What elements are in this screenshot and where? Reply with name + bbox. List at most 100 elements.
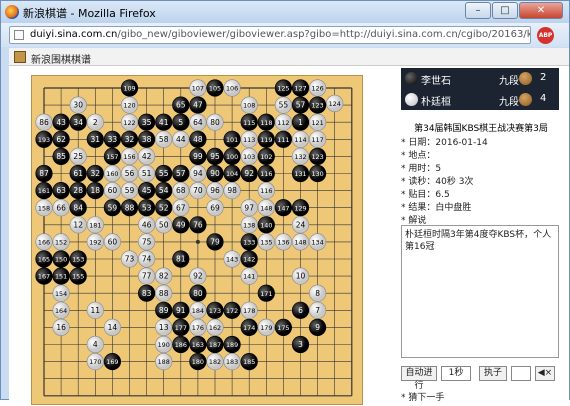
move-number: 186 (175, 341, 187, 349)
move-number: 162 (209, 324, 221, 332)
move-number: 102 (260, 153, 272, 161)
move-number: 140 (260, 221, 272, 229)
move-number: 118 (260, 119, 272, 127)
move-number: 55 (159, 169, 169, 178)
move-number: 9 (315, 323, 320, 332)
move-number: 166 (38, 239, 50, 247)
interval-select[interactable]: 1秒 (441, 366, 471, 381)
move-number: 165 (38, 256, 50, 264)
move-number: 28 (73, 186, 83, 195)
go-board-icon (14, 51, 26, 63)
move-number: 12 (73, 220, 83, 229)
minimize-button[interactable]: – (465, 2, 491, 19)
move-number: 100 (226, 153, 238, 161)
move-number: 187 (209, 341, 221, 349)
move-number: 120 (123, 102, 135, 110)
move-number: 181 (89, 221, 101, 229)
move-number: 18 (91, 186, 101, 195)
guess-next-label: * 猜下一手 (401, 393, 445, 403)
move-number: 188 (158, 358, 170, 366)
move-number: 35 (142, 118, 152, 127)
move-number: 56 (125, 169, 135, 178)
move-number: 34 (73, 118, 83, 127)
move-number: 11 (91, 306, 101, 315)
black-stone-icon (405, 72, 418, 85)
move-number: 87 (39, 169, 49, 178)
move-number: 184 (192, 307, 204, 315)
capture-bowl-icon (519, 93, 532, 106)
move-number: 174 (243, 324, 255, 332)
address-bar[interactable]: duiyi.sina.com.cn/gibo_new/giboviewer/gi… (9, 26, 531, 44)
move-number: 25 (73, 152, 83, 161)
move-number: 58 (159, 135, 169, 144)
move-number: 114 (294, 136, 306, 144)
move-number: 84 (73, 203, 83, 212)
move-number: 183 (226, 358, 238, 366)
star-point (195, 239, 200, 244)
page-header: 新浪围棋棋谱 (9, 48, 569, 66)
move-number: 105 (209, 85, 221, 93)
move-number: 170 (89, 358, 101, 366)
move-number: 5 (178, 118, 183, 127)
move-number: 73 (125, 255, 135, 264)
move-number: 55 (279, 101, 289, 110)
move-number: 148 (260, 204, 272, 212)
move-number: 160 (106, 170, 118, 178)
move-number: 60 (108, 186, 118, 195)
commentary-box[interactable]: 朴廷桓时隔3年第4度夺KBS杯，个人第16冠 (401, 225, 559, 358)
go-board[interactable]: 109 107 105 106 125 127 126 124 30 120 65 47 108 55 57… (31, 75, 363, 405)
autoplay-button[interactable]: 自动进行 (401, 366, 437, 391)
move-number: 74 (142, 255, 152, 264)
move-number: 185 (243, 358, 255, 366)
move-number: 75 (142, 238, 152, 247)
white-stone-icon (405, 93, 418, 106)
title-bar: 新浪棋谱 - Mozilla Firefox – □ ✕ (1, 1, 569, 23)
move-number: 180 (192, 358, 204, 366)
move-number: 124 (329, 100, 341, 108)
move-number: 131 (294, 170, 306, 178)
move-number: 104 (226, 170, 238, 178)
move-number: 107 (192, 85, 204, 93)
move-number: 172 (226, 307, 238, 315)
move-number: 46 (142, 220, 152, 229)
player-name: 李世石 (421, 76, 451, 87)
move-number: 109 (123, 85, 135, 93)
move-number: 82 (159, 272, 169, 281)
move-number: 13 (159, 323, 169, 332)
move-number: 136 (277, 239, 289, 247)
move-number: 163 (192, 341, 204, 349)
move-number: 117 (311, 136, 323, 144)
info-place: * 地点： (401, 151, 436, 161)
close-button[interactable]: ✕ (519, 2, 563, 19)
mute-button[interactable]: ◀× (535, 366, 555, 381)
move-number: 91 (176, 306, 186, 315)
move-number: 108 (243, 102, 255, 110)
move-number: 43 (56, 118, 66, 127)
move-number: 85 (56, 152, 66, 161)
maximize-button[interactable]: □ (492, 2, 518, 19)
move-number: 116 (260, 187, 272, 195)
browser-window: 新浪棋谱 - Mozilla Firefox – □ ✕ duiyi.sina.… (0, 0, 570, 405)
move-number: 4 (93, 340, 98, 349)
move-number: 42 (142, 152, 152, 161)
board-svg[interactable]: 109 107 105 106 125 127 12612430 120 65 47 108 55 57… (32, 76, 364, 406)
move-number: 176 (192, 324, 204, 332)
capture-count: 2 (540, 72, 547, 83)
info-time: * 用时：5 (401, 164, 442, 174)
move-number: 115 (243, 119, 255, 127)
window-title: 新浪棋谱 - Mozilla Firefox (23, 7, 156, 20)
move-number: 122 (123, 119, 135, 127)
move-number: 51 (142, 169, 152, 178)
move-number: 8 (315, 289, 320, 298)
move-number: 147 (277, 204, 289, 212)
move-number: 164 (55, 307, 67, 315)
stone-field[interactable] (511, 366, 531, 381)
move-number: 167 (38, 273, 50, 281)
stone-select-button[interactable]: 执子 (479, 366, 507, 381)
adblock-icon[interactable]: ABP (537, 27, 554, 44)
move-number: 6 (298, 306, 303, 315)
move-number: 113 (243, 136, 255, 144)
move-number: 169 (106, 358, 118, 366)
move-number: 133 (243, 239, 255, 247)
move-number: 179 (260, 324, 272, 332)
